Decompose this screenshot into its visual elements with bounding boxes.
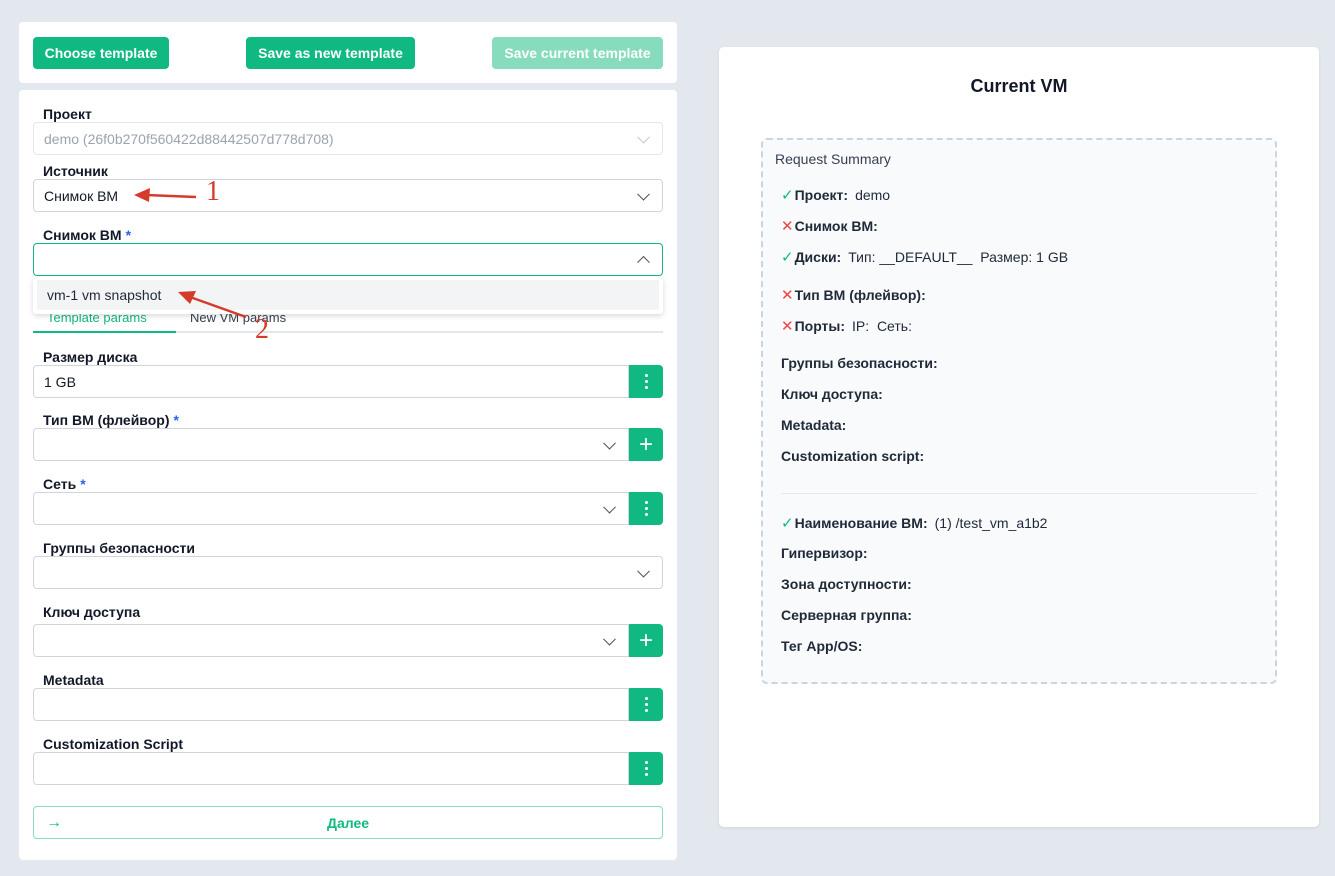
metadata-input[interactable] <box>33 688 629 721</box>
project-label: Проект <box>43 106 92 122</box>
customization-script-input[interactable] <box>33 752 629 785</box>
chevron-up-icon <box>637 255 650 269</box>
network-label: Сеть * <box>43 476 86 492</box>
template-toolbar: Choose template Save as new template Sav… <box>19 22 677 83</box>
request-summary: Request Summary ✓ Проект: demo ✕ Снимок ВМ:… <box>761 138 1277 684</box>
more-vertical-icon <box>644 374 648 389</box>
summary-row-customization-script: Customization script: <box>781 448 925 464</box>
save-current-template-button[interactable]: Save current template <box>492 37 663 69</box>
chevron-down-icon <box>603 632 616 646</box>
summary-row-app-os-tag: Тег App/OS: <box>781 638 863 654</box>
vm-create-form: Проект demo (26f0b270f560422d88442507d77… <box>19 90 677 860</box>
summary-row-flavor: ✕ Тип ВМ (флейвор): <box>781 287 926 304</box>
current-vm-panel: Current VM Request Summary ✓ Проект: demo … <box>719 47 1319 827</box>
annotation-marker-2: 2 <box>255 314 269 345</box>
cross-icon: ✕ <box>781 318 794 335</box>
flavor-select[interactable] <box>33 428 629 461</box>
more-vertical-icon <box>644 697 648 712</box>
panel-title: Current VM <box>970 76 1068 96</box>
snapshot-label: Снимок ВМ * <box>43 227 131 243</box>
next-button-label: Далее <box>326 814 370 831</box>
check-icon: ✓ <box>781 515 794 532</box>
summary-row-ports: ✕ Порты: IP: Сеть: <box>781 318 912 335</box>
summary-row-availability-zone: Зона доступности: <box>781 576 912 592</box>
summary-row-server-group: Серверная группа: <box>781 607 912 623</box>
plus-icon: + <box>638 430 653 458</box>
snapshot-option[interactable]: vm-1 vm snapshot <box>37 280 659 310</box>
disk-size-menu-button[interactable] <box>629 365 663 398</box>
disk-size-input[interactable]: 1 GB <box>33 365 629 398</box>
project-value: demo (26f0b270f560422d88442507d778d708) <box>44 130 334 147</box>
access-key-label: Ключ доступа <box>43 604 141 620</box>
annotation-marker-1: 1 <box>206 176 220 207</box>
disk-size-label: Размер диска <box>43 349 138 365</box>
required-mark: * <box>80 476 86 492</box>
access-key-select[interactable] <box>33 624 629 657</box>
network-select[interactable] <box>33 492 629 525</box>
add-flavor-button[interactable]: + <box>629 428 663 461</box>
security-groups-label: Группы безопасности <box>43 540 196 556</box>
chevron-down-icon <box>637 130 650 144</box>
cross-icon: ✕ <box>781 287 794 304</box>
chevron-down-icon <box>637 564 650 578</box>
network-label-text: Сеть <box>43 476 77 492</box>
snapshot-select[interactable] <box>33 243 663 276</box>
next-button[interactable]: → Далее <box>33 806 663 839</box>
source-value: Снимок ВМ <box>44 187 119 204</box>
summary-row-hypervisor: Гипервизор: <box>781 545 868 561</box>
summary-row-vm-name: ✓ Наименование ВМ: (1) /test_vm_a1b2 <box>781 515 1048 532</box>
check-icon: ✓ <box>781 187 794 204</box>
flavor-label: Тип ВМ (флейвор) * <box>43 412 179 428</box>
summary-row-disks: ✓ Диски: Тип: __DEFAULT__ Размер: 1 GB <box>781 249 1069 266</box>
more-vertical-icon <box>644 501 648 516</box>
summary-row-metadata: Metadata: <box>781 417 847 433</box>
network-menu-button[interactable] <box>629 492 663 525</box>
plus-icon: + <box>638 626 653 654</box>
source-select[interactable]: Снимок ВМ <box>33 179 663 212</box>
summary-row-access-key: Ключ доступа: <box>781 386 883 402</box>
snapshot-dropdown: vm-1 vm snapshot <box>33 277 663 314</box>
metadata-menu-button[interactable] <box>629 688 663 721</box>
summary-row-project: ✓ Проект: demo <box>781 187 891 204</box>
check-icon: ✓ <box>781 249 794 266</box>
security-groups-select[interactable] <box>33 556 663 589</box>
save-as-new-template-button[interactable]: Save as new template <box>246 37 415 69</box>
customization-script-label: Customization Script <box>43 736 184 752</box>
metadata-label: Metadata <box>43 672 104 688</box>
disk-size-value: 1 GB <box>44 373 76 390</box>
snapshot-label-text: Снимок ВМ <box>43 227 122 243</box>
flavor-label-text: Тип ВМ (флейвор) <box>43 412 170 428</box>
source-label: Источник <box>43 163 108 179</box>
required-mark: * <box>173 412 179 428</box>
chevron-down-icon <box>603 500 616 514</box>
summary-divider <box>781 493 1257 494</box>
required-mark: * <box>125 227 132 243</box>
cross-icon: ✕ <box>781 218 794 235</box>
add-access-key-button[interactable]: + <box>629 624 663 657</box>
summary-row-security-groups: Группы безопасности: <box>781 355 938 371</box>
more-vertical-icon <box>644 761 648 776</box>
arrow-right-icon: → <box>46 814 62 831</box>
customization-script-menu-button[interactable] <box>629 752 663 785</box>
project-select: demo (26f0b270f560422d88442507d778d708) <box>33 122 663 155</box>
chevron-down-icon <box>637 187 650 201</box>
choose-template-button[interactable]: Choose template <box>33 37 169 69</box>
summary-row-snapshot: ✕ Снимок ВМ: <box>781 218 878 235</box>
summary-title: Request Summary <box>775 151 891 167</box>
chevron-down-icon <box>603 436 616 450</box>
